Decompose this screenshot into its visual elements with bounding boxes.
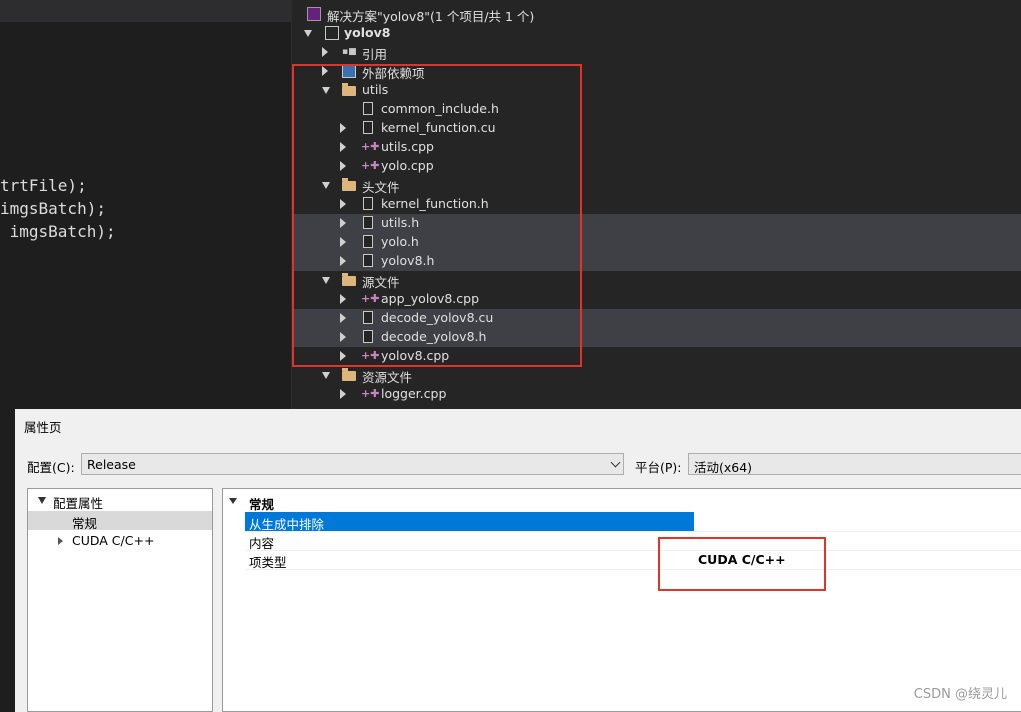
tree-item-label: 资源文件 bbox=[362, 370, 413, 385]
cpp-file-icon: +✚ bbox=[361, 387, 380, 400]
solution-icon bbox=[307, 7, 321, 21]
tree-item-general[interactable]: 常规 bbox=[28, 511, 212, 531]
tree-item-label: 配置属性 bbox=[53, 496, 104, 511]
tree-item-label: 引用 bbox=[362, 47, 388, 62]
expand-arrow-icon[interactable] bbox=[38, 497, 46, 504]
dialog-title: 属性页 bbox=[24, 420, 62, 435]
collapse-arrow-icon[interactable] bbox=[322, 47, 328, 57]
solution-node[interactable]: 解决方案"yolov8"(1 个项目/共 1 个) bbox=[292, 5, 1021, 24]
config-select[interactable]: Release bbox=[81, 453, 624, 475]
folder-icon bbox=[342, 368, 356, 381]
project-icon bbox=[325, 26, 339, 40]
chevron-down-icon bbox=[610, 457, 621, 468]
platform-label: 平台(P): bbox=[635, 460, 682, 475]
code-line: imgsBatch); bbox=[0, 199, 106, 218]
code-line: trtFile); bbox=[0, 176, 87, 195]
property-grid: 常规 从生成中排除 内容 项类型 CUDA C/C++ bbox=[222, 488, 1021, 712]
property-pages-dialog: 属性页 配置(C): Release 平台(P): 活动(x64) 配置属性 常… bbox=[15, 409, 1021, 712]
references-icon: ▪■ bbox=[342, 47, 357, 57]
highlight-box bbox=[292, 64, 582, 367]
platform-value: 活动(x64) bbox=[694, 460, 753, 475]
highlight-box bbox=[658, 537, 826, 591]
property-row-content[interactable]: 内容 bbox=[245, 531, 1021, 551]
tree-item-label: CUDA C/C++ bbox=[72, 533, 155, 548]
section-label: 常规 bbox=[249, 497, 275, 512]
tree-folder-resources[interactable]: 资源文件 bbox=[292, 366, 1021, 385]
collapse-arrow-icon[interactable] bbox=[340, 389, 346, 399]
expand-arrow-icon[interactable] bbox=[229, 498, 237, 504]
collapse-arrow-icon[interactable] bbox=[58, 537, 63, 545]
code-line: imgsBatch); bbox=[0, 222, 116, 241]
watermark: CSDN @绕灵儿 bbox=[913, 687, 1007, 702]
tree-item-label: logger.cpp bbox=[381, 386, 447, 401]
tree-item-cuda[interactable]: CUDA C/C++ bbox=[28, 531, 212, 550]
code-editor[interactable]: trtFile); imgsBatch); imgsBatch); bbox=[0, 0, 292, 410]
editor-tab-bar bbox=[0, 0, 291, 22]
section-header[interactable]: 常规 bbox=[223, 492, 1021, 512]
tree-item-label: 常规 bbox=[72, 516, 98, 531]
project-label: yolov8 bbox=[344, 25, 391, 40]
solution-label: 解决方案"yolov8"(1 个项目/共 1 个) bbox=[327, 9, 535, 24]
tree-item-config-properties[interactable]: 配置属性 bbox=[28, 491, 212, 511]
tree-file[interactable]: +✚ logger.cpp bbox=[292, 385, 1021, 404]
project-node[interactable]: yolov8 bbox=[292, 24, 1021, 43]
property-tree: 配置属性 常规 CUDA C/C++ bbox=[27, 488, 213, 712]
expand-arrow-icon[interactable] bbox=[322, 372, 330, 379]
property-row-item-type[interactable]: 项类型 CUDA C/C++ bbox=[245, 550, 1021, 570]
property-row-exclude[interactable]: 从生成中排除 bbox=[245, 512, 1021, 532]
property-name: 项类型 bbox=[249, 555, 287, 570]
config-value: Release bbox=[87, 457, 136, 472]
platform-select[interactable]: 活动(x64) bbox=[688, 453, 1021, 475]
solution-explorer: 解决方案"yolov8"(1 个项目/共 1 个) yolov8 ▪■ 引用 外… bbox=[292, 0, 1021, 410]
config-label: 配置(C): bbox=[27, 460, 75, 475]
tree-item-references[interactable]: ▪■ 引用 bbox=[292, 43, 1021, 62]
expand-arrow-icon[interactable] bbox=[304, 30, 312, 37]
